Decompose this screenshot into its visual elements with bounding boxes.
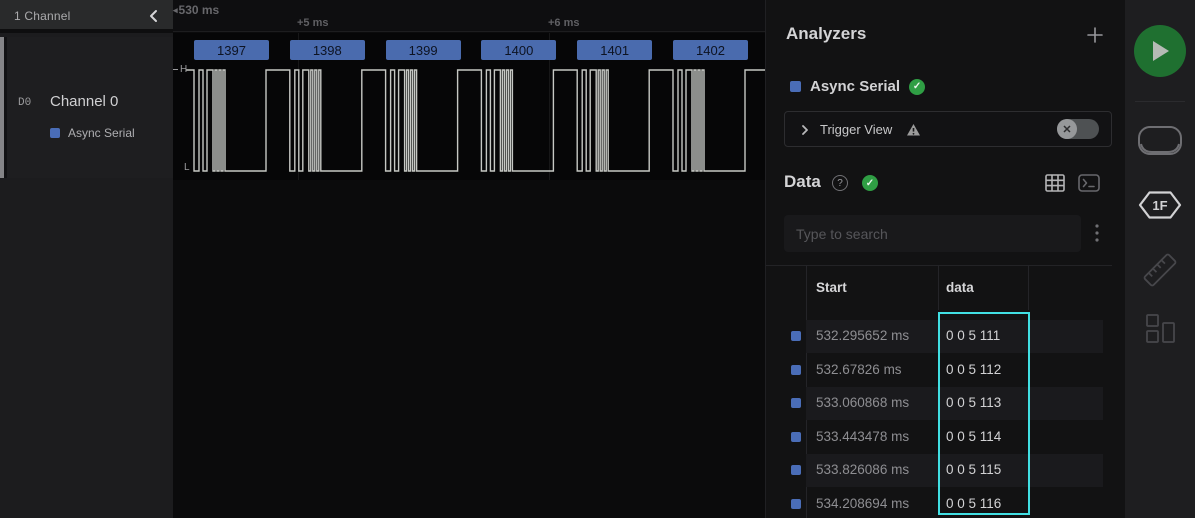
row-start-time: 532.295652 ms bbox=[816, 328, 910, 343]
channel-row[interactable]: D0 Channel 0 Async Serial bbox=[0, 37, 173, 178]
chevron-left-icon[interactable] bbox=[147, 8, 161, 22]
check-circle-icon: ✓ bbox=[909, 78, 926, 95]
kebab-menu-icon[interactable] bbox=[1089, 222, 1105, 244]
frame-bubble[interactable]: 1401 bbox=[577, 40, 653, 60]
right-toolbar: 1F bbox=[1125, 0, 1195, 518]
table-row[interactable]: 533.060868 ms 0 0 5 113 bbox=[766, 387, 1112, 421]
add-analyzer-button[interactable] bbox=[1086, 26, 1104, 44]
table-row[interactable]: 533.826086 ms 0 0 5 115 bbox=[766, 454, 1112, 488]
low-level-label: L bbox=[184, 162, 190, 173]
terminal-view-icon[interactable] bbox=[1077, 173, 1101, 198]
channel-id-label: D0 bbox=[18, 97, 32, 109]
analyzer-color-icon bbox=[791, 331, 801, 341]
analyzers-title: Analyzers bbox=[786, 24, 867, 43]
search-field-wrap bbox=[784, 215, 1081, 252]
analyzer-item-async-serial[interactable]: Async Serial ✓ bbox=[790, 78, 926, 95]
row-start-time: 532.67826 ms bbox=[816, 361, 902, 377]
timeline-anchor: ◂ 530 ms bbox=[173, 3, 220, 17]
channel-analyzer-chip[interactable]: Async Serial bbox=[50, 126, 135, 140]
timeline-marker: +6 ms bbox=[548, 17, 580, 29]
row-data-value: 0 0 5 112 bbox=[946, 361, 1002, 377]
layout-grid-icon[interactable] bbox=[1144, 312, 1176, 349]
channel-strip-gap bbox=[4, 37, 7, 178]
column-header-start: Start bbox=[816, 280, 847, 295]
frame-bubble[interactable]: 1402 bbox=[673, 40, 748, 60]
analyzer-color-icon bbox=[791, 398, 801, 409]
channels-count-label: 1 Channel bbox=[14, 9, 71, 23]
table-row[interactable]: 534.208694 ms 0 0 5 116 bbox=[766, 488, 1112, 518]
search-input[interactable] bbox=[784, 215, 1081, 252]
channel-name-label: Channel 0 bbox=[50, 93, 119, 110]
channels-header: 1 Channel bbox=[0, 0, 173, 33]
frame-bubble[interactable]: 1399 bbox=[385, 40, 461, 60]
row-data-value: 0 0 5 113 bbox=[946, 395, 1002, 411]
trigger-view-label: Trigger View bbox=[820, 122, 893, 137]
device-icon[interactable] bbox=[1137, 125, 1183, 162]
row-data-value: 0 0 5 111 bbox=[946, 328, 1001, 343]
toolbar-divider bbox=[1135, 101, 1185, 102]
timeline-marker: +5 ms bbox=[297, 17, 329, 29]
row-data-value: 0 0 5 116 bbox=[946, 496, 1002, 511]
analyzer-color-icon bbox=[791, 499, 801, 509]
analyzer-name-label: Async Serial bbox=[810, 78, 901, 95]
capture-view: ◂ 530 ms +5 ms +6 ms 1397 1398 1399 1400 1401… bbox=[173, 0, 765, 518]
row-data-value: 0 0 5 114 bbox=[946, 428, 1002, 444]
ruler-icon[interactable] bbox=[1140, 250, 1180, 295]
row-data-value: 0 0 5 115 bbox=[946, 462, 1002, 478]
analyzer-color-icon bbox=[791, 431, 801, 442]
trigger-view-toggle[interactable]: ✕ bbox=[1057, 119, 1099, 139]
help-icon[interactable]: ? bbox=[832, 175, 848, 191]
hex-display-icon[interactable]: 1F bbox=[1137, 189, 1183, 226]
frame-bubble[interactable]: 1398 bbox=[289, 40, 365, 60]
table-row[interactable]: 532.295652 ms 0 0 5 111 bbox=[766, 320, 1112, 353]
toggle-off-x-icon: ✕ bbox=[1057, 119, 1077, 139]
table-row[interactable]: 533.443478 ms 0 0 5 114 bbox=[766, 421, 1112, 454]
analyzer-color-icon bbox=[50, 128, 60, 138]
analyzer-color-icon bbox=[791, 465, 801, 476]
analyzers-panel: Analyzers Async Serial ✓ Trigger View ✕ … bbox=[765, 0, 1125, 518]
warning-triangle-icon bbox=[906, 123, 921, 142]
row-start-time: 534.208694 ms bbox=[816, 496, 910, 511]
row-start-time: 533.060868 ms bbox=[816, 395, 910, 411]
logic-analyzer-app: 1 Channel D0 Channel 0 Async Serial ◂ 530… bbox=[0, 0, 1195, 518]
play-button[interactable] bbox=[1134, 25, 1186, 77]
frame-bubble[interactable]: 1397 bbox=[194, 40, 269, 60]
chevron-right-icon bbox=[799, 123, 811, 137]
play-icon bbox=[1153, 41, 1169, 61]
timeline-anchor-triangle-icon: ◂ bbox=[173, 4, 178, 15]
check-circle-icon: ✓ bbox=[862, 175, 878, 191]
data-section-title: Data bbox=[784, 172, 821, 191]
timeline-ruler[interactable]: ◂ 530 ms +5 ms +6 ms bbox=[173, 0, 765, 32]
row-start-time: 533.826086 ms bbox=[816, 462, 910, 478]
channels-sidebar: 1 Channel D0 Channel 0 Async Serial bbox=[0, 0, 173, 518]
high-level-label: H bbox=[180, 64, 188, 75]
high-level-tick bbox=[173, 69, 178, 70]
column-divider bbox=[938, 265, 939, 310]
column-header-data: data bbox=[946, 280, 974, 295]
analyzer-color-icon bbox=[790, 81, 801, 92]
table-view-icon[interactable] bbox=[1044, 173, 1066, 198]
analyzer-color-icon bbox=[791, 364, 801, 375]
channel-analyzer-label: Async Serial bbox=[68, 126, 135, 140]
hex-display-label: 1F bbox=[1152, 198, 1167, 213]
row-start-time: 533.443478 ms bbox=[816, 428, 910, 444]
trigger-view-expander[interactable]: Trigger View ✕ bbox=[784, 111, 1112, 147]
column-divider bbox=[1028, 265, 1029, 310]
table-top-border bbox=[766, 265, 1112, 266]
table-row[interactable]: 532.67826 ms 0 0 5 112 bbox=[766, 354, 1112, 387]
frame-bubble[interactable]: 1400 bbox=[481, 40, 557, 60]
